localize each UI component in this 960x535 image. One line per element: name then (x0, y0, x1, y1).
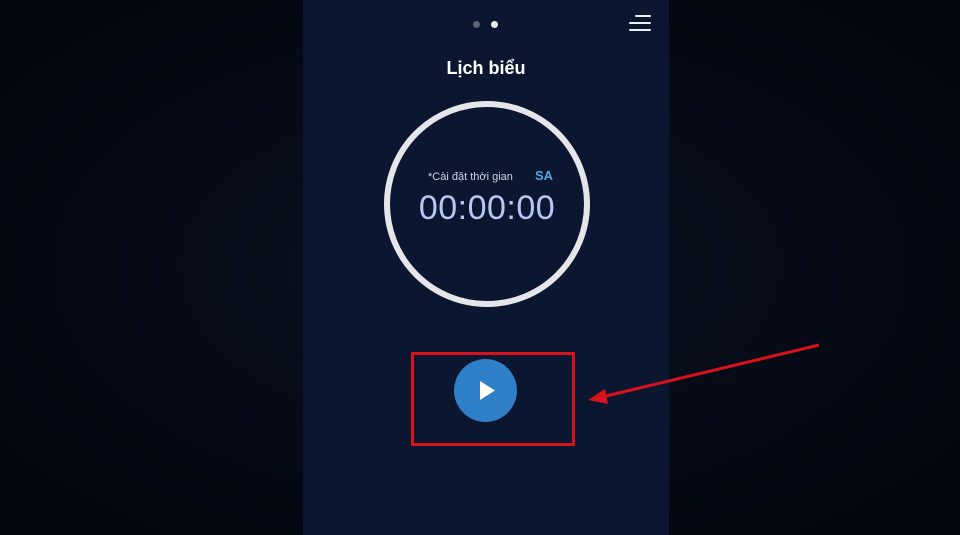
annotation-arrow-icon (588, 343, 820, 404)
